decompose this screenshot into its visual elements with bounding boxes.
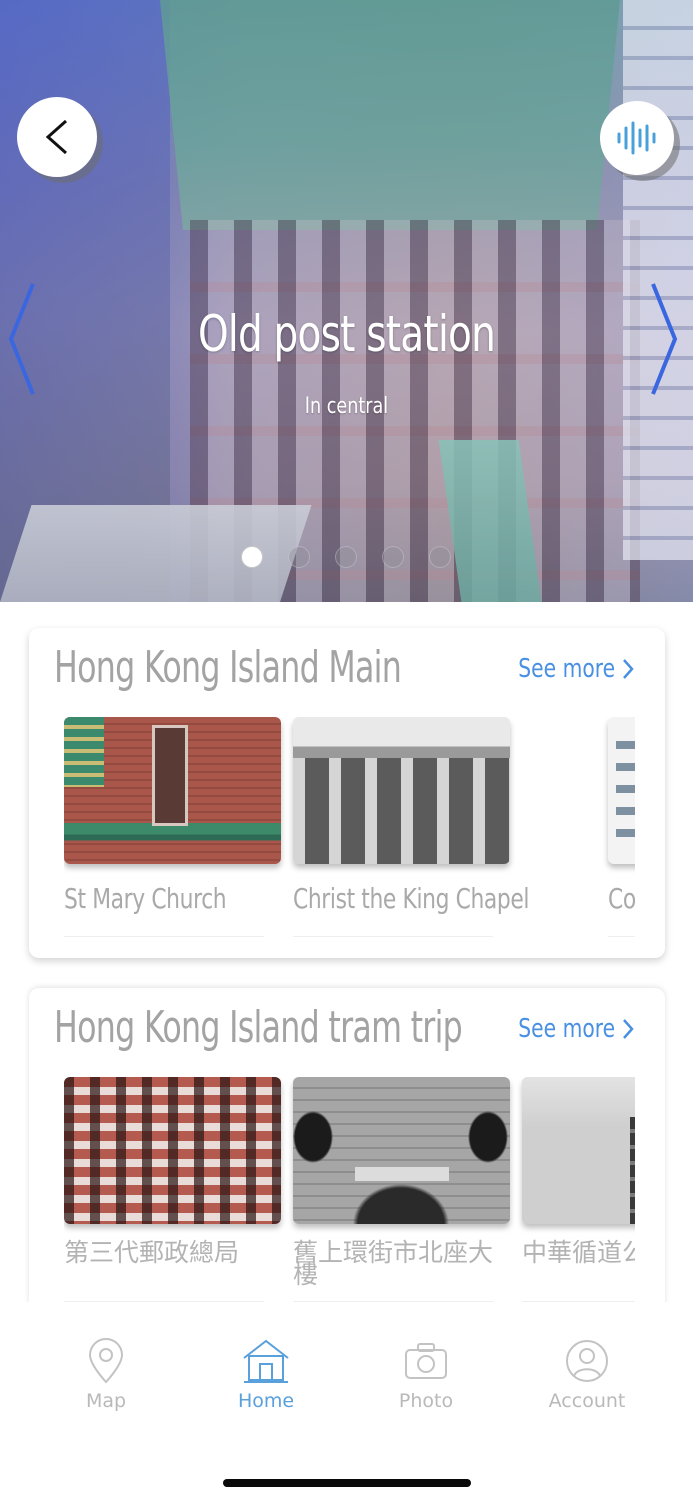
tab-photo[interactable]: Photo <box>361 1338 491 1412</box>
place-photo <box>64 1077 281 1224</box>
hero-subtitle: In central <box>304 394 389 419</box>
carousel-dot[interactable] <box>241 546 263 568</box>
divider <box>64 936 264 937</box>
place-label: 第三代郵政總局 <box>64 1238 240 1267</box>
section-title: Hong Kong Island Main <box>54 642 402 693</box>
place-card[interactable]: 舊上環街市北座大樓 <box>293 1077 510 1302</box>
back-button[interactable] <box>17 97 97 177</box>
bottom-tab-bar: Map Home Photo Account <box>0 1302 693 1500</box>
chevron-right-icon <box>651 283 678 395</box>
carousel-next-button[interactable] <box>648 280 682 398</box>
camera-icon <box>405 1343 447 1379</box>
section-card-hk-island-main: Hong Kong Island Main See more St Mary C… <box>29 628 665 958</box>
tab-label: Home <box>237 1390 295 1412</box>
carousel-pagination <box>241 546 451 568</box>
tab-account[interactable]: Account <box>522 1338 652 1412</box>
carousel-dot[interactable] <box>288 546 310 568</box>
chevron-left-icon <box>45 119 67 155</box>
section-title: Hong Kong Island tram trip <box>54 1002 463 1053</box>
place-photo <box>293 1077 510 1224</box>
place-card[interactable]: 第三代郵政總局 <box>64 1077 281 1302</box>
chevron-right-icon <box>623 1019 634 1039</box>
divider <box>293 936 493 937</box>
place-card[interactable]: St Mary Church <box>64 717 281 937</box>
place-card[interactable]: Confucius Hall <box>607 717 635 937</box>
hero-title: Old post station <box>197 305 496 363</box>
map-pin-icon <box>88 1338 124 1384</box>
see-more-link[interactable]: See more <box>491 1014 635 1044</box>
place-label: Christ the King Chapel <box>293 882 530 915</box>
tab-home[interactable]: Home <box>201 1338 331 1412</box>
chevron-left-icon <box>8 283 35 395</box>
see-more-label: See more <box>518 1014 615 1044</box>
place-carousel[interactable]: St Mary Church Christ the King Chapel Co… <box>64 717 635 937</box>
place-label: 舊上環街市北座大樓 <box>293 1238 494 1289</box>
tab-label: Map <box>85 1390 127 1412</box>
divider <box>607 936 635 937</box>
user-icon <box>566 1340 608 1382</box>
tab-map[interactable]: Map <box>41 1338 171 1412</box>
place-photo <box>522 1077 635 1224</box>
place-carousel[interactable]: 第三代郵政總局 舊上環街市北座大樓 中華循道公會堂 <box>64 1077 635 1302</box>
home-indicator[interactable] <box>223 1479 471 1487</box>
see-more-label: See more <box>518 654 615 684</box>
carousel-prev-button[interactable] <box>4 280 38 398</box>
carousel-dot[interactable] <box>335 546 357 568</box>
hero-photo-roof <box>160 0 620 230</box>
tab-label: Account <box>548 1390 626 1412</box>
audio-guide-button[interactable] <box>600 101 674 175</box>
place-photo <box>64 717 281 864</box>
place-card[interactable]: 中華循道公會堂 <box>522 1077 635 1302</box>
place-photo <box>293 717 510 864</box>
sound-wave-icon <box>617 121 656 155</box>
carousel-dot[interactable] <box>382 546 404 568</box>
place-photo <box>607 717 635 864</box>
home-icon <box>243 1339 289 1383</box>
place-card[interactable]: Christ the King Chapel <box>293 717 596 937</box>
chevron-right-icon <box>623 659 634 679</box>
section-card-hk-tram-trip: Hong Kong Island tram trip See more 第三代郵… <box>29 988 665 1308</box>
see-more-link[interactable]: See more <box>491 654 635 684</box>
hero-carousel[interactable]: Old post station In central <box>0 0 693 602</box>
carousel-dot[interactable] <box>429 546 451 568</box>
place-label: Confucius Hall <box>607 882 635 915</box>
place-label: 中華循道公會堂 <box>522 1238 635 1267</box>
place-label: St Mary Church <box>64 882 227 915</box>
tab-label: Photo <box>398 1390 454 1412</box>
